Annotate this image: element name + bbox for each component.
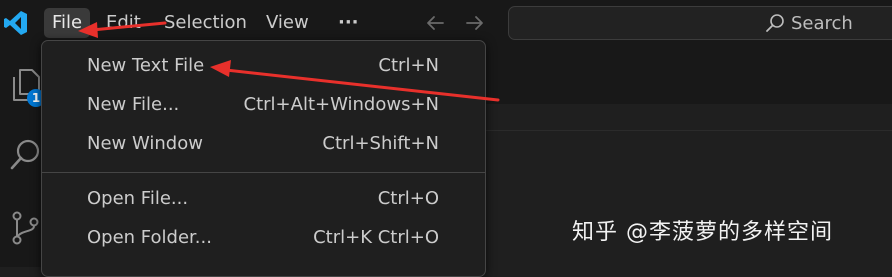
search-label: Search	[791, 12, 853, 34]
more-label: ···	[338, 12, 359, 33]
menu-file-label: File	[52, 12, 83, 33]
menu-view[interactable]: View	[258, 8, 317, 38]
menu-item-new-text-file[interactable]: New Text File Ctrl+N	[42, 50, 485, 84]
menu-item-label: New Window	[87, 133, 203, 154]
menu-item-shortcut: Ctrl+N	[378, 55, 439, 76]
search-icon	[766, 14, 784, 32]
search-view-icon[interactable]	[8, 136, 42, 176]
editor-tab-strip	[484, 44, 892, 104]
menu-item-label: Open Folder...	[87, 227, 212, 248]
menu-item-label: Open File...	[87, 188, 189, 209]
search-content: Search	[765, 12, 853, 34]
go-forward-arrow-icon[interactable]	[464, 12, 486, 34]
menu-item-shortcut: Ctrl+K Ctrl+O	[313, 227, 439, 248]
menu-more-button[interactable]: ···	[330, 8, 367, 38]
menu-view-label: View	[266, 12, 309, 33]
menu-item-new-window[interactable]: New Window Ctrl+Shift+N	[42, 128, 485, 162]
menu-item-shortcut: Ctrl+O	[377, 188, 439, 209]
menu-separator	[42, 172, 485, 173]
breadcrumb-bar	[484, 104, 892, 131]
watermark-text: 知乎 @李菠萝的多样空间	[572, 220, 833, 245]
menu-file[interactable]: File	[44, 8, 91, 38]
go-back-arrow-icon[interactable]	[424, 12, 446, 34]
menu-edit[interactable]: Edit	[98, 8, 149, 38]
menu-item-open-file[interactable]: Open File... Ctrl+O	[42, 183, 485, 217]
menu-selection-label: Selection	[164, 12, 247, 33]
file-menu-dropdown: New Text File Ctrl+N New File... Ctrl+Al…	[41, 40, 486, 277]
menu-item-open-folder[interactable]: Open Folder... Ctrl+K Ctrl+O	[42, 222, 485, 256]
menu-item-label: New File...	[87, 94, 180, 115]
menu-edit-label: Edit	[106, 12, 141, 33]
menu-selection[interactable]: Selection	[156, 8, 255, 38]
source-control-icon[interactable]	[8, 208, 42, 248]
menu-item-label: New Text File	[87, 55, 205, 76]
vscode-logo-icon[interactable]	[4, 10, 28, 36]
title-bar: File Edit Selection View ··· Search	[0, 0, 892, 44]
menu-item-new-file[interactable]: New File... Ctrl+Alt+Windows+N	[42, 89, 485, 123]
menu-item-shortcut: Ctrl+Shift+N	[322, 133, 439, 154]
menu-item-shortcut: Ctrl+Alt+Windows+N	[243, 94, 439, 115]
command-center-search[interactable]: Search	[508, 6, 892, 40]
